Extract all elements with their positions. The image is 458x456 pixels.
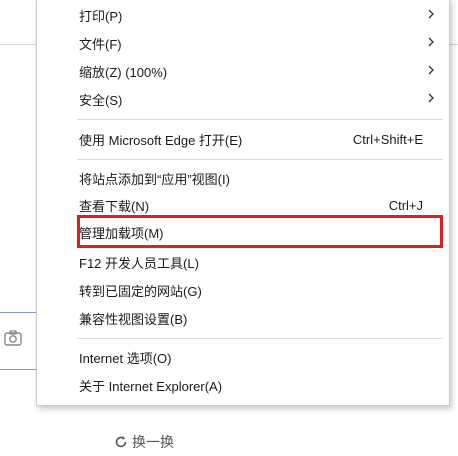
menu-item-f12-dev-tools[interactable]: F12 开发人员工具(L) [37,249,449,275]
refresh-icon [115,436,127,448]
submenu-arrow-icon [428,9,434,19]
menu-item-pinned-sites[interactable]: 转到已固定的网站(G) [37,277,449,303]
submenu-arrow-icon [428,37,434,47]
menu-item-security[interactable]: 安全(S) [37,86,449,112]
menu-item-add-site-to-apps[interactable]: 将站点添加到“应用”视图(I) [37,165,449,191]
menu-separator [77,159,443,160]
menu-item-zoom[interactable]: 缩放(Z) (100%) [37,58,449,84]
submenu-arrow-icon [428,65,434,75]
menu-item-print[interactable]: 打印(P) [37,2,449,28]
shortcut-text: Ctrl+Shift+E [352,131,423,147]
menu-separator [77,338,443,339]
menu-item-internet-options[interactable]: Internet 选项(O) [37,344,449,370]
menu-item-file[interactable]: 文件(F) [37,30,449,56]
menu-item-compatibility-view[interactable]: 兼容性视图设置(B) [37,305,449,331]
shortcut-text: Ctrl+J [388,197,423,213]
camera-icon[interactable] [4,330,22,346]
tools-context-menu: 打印(P) 文件(F) 缩放(Z) (100%) 安全(S) 使用 Micros… [36,0,450,406]
submenu-arrow-icon [428,93,434,103]
highlight-annotation-box [77,215,443,248]
menu-separator [77,119,443,120]
menu-item-about-ie[interactable]: 关于 Internet Explorer(A) [37,372,449,398]
menu-item-open-in-edge[interactable]: 使用 Microsoft Edge 打开(E) Ctrl+Shift+E [37,126,449,152]
refresh-link[interactable]: 换一换 [114,432,174,452]
refresh-label: 换一换 [132,434,174,450]
